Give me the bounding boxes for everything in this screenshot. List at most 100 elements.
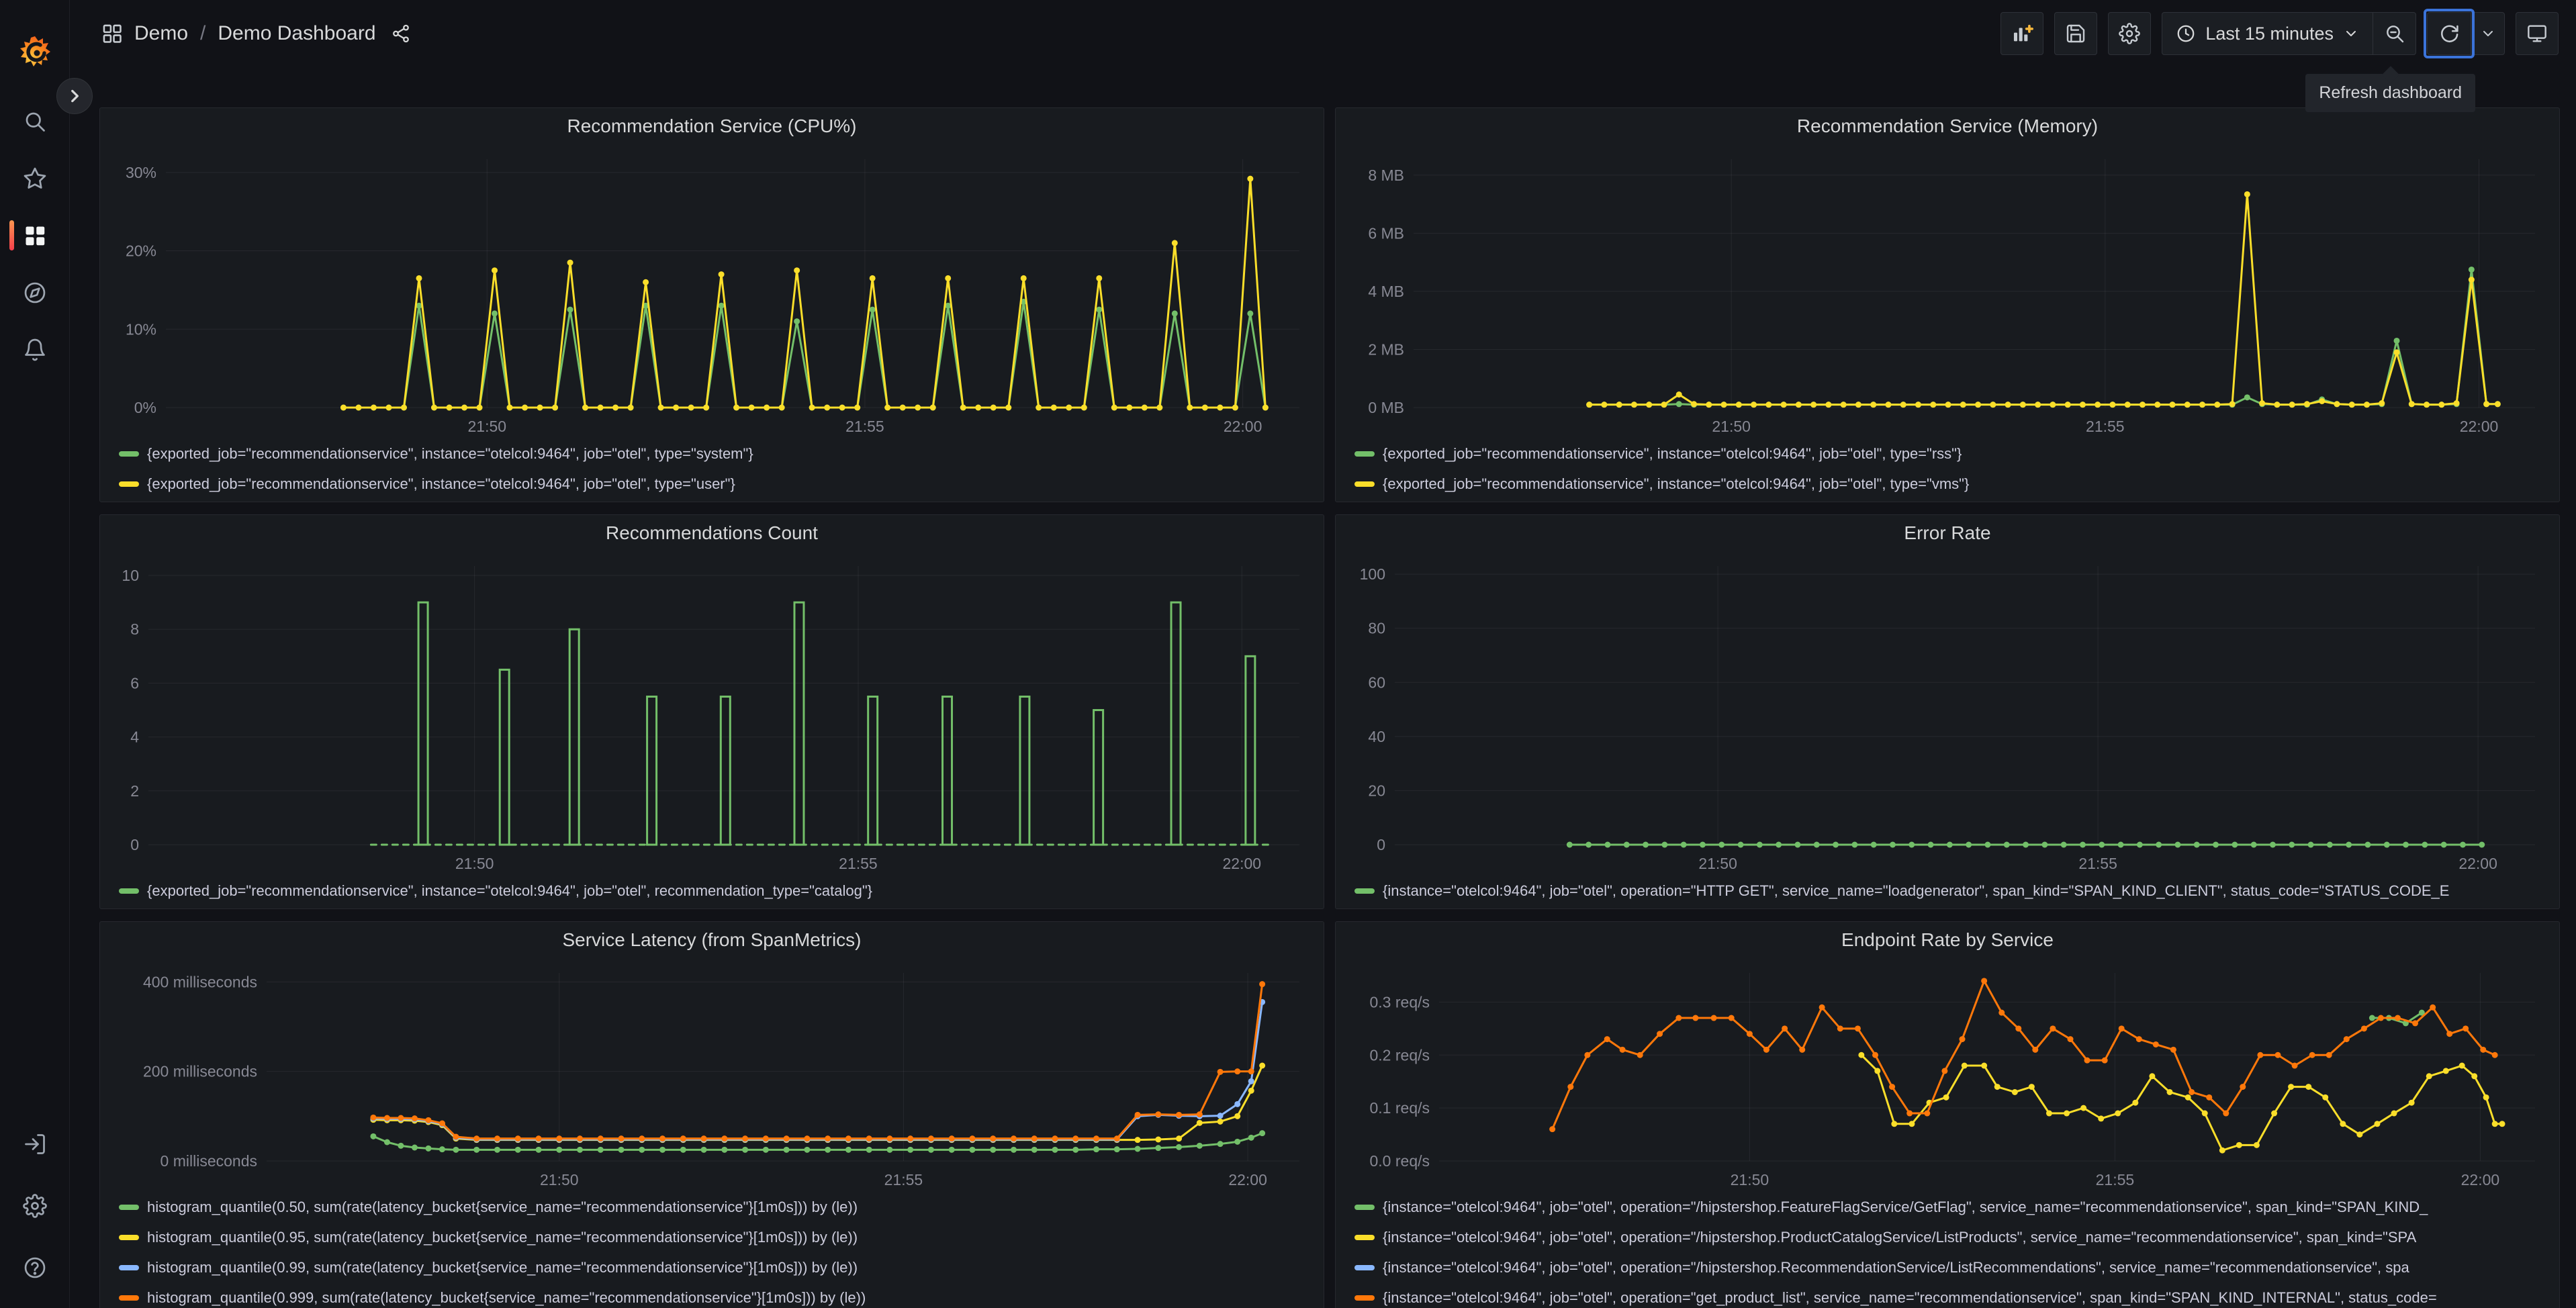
panel-recommendation-memory: Recommendation Service (Memory) 0 MB 2 MB… xyxy=(1335,107,2560,502)
dashboard-header: Demo / Demo Dashboard Last 15 minutes xyxy=(70,0,2576,67)
add-panel-icon xyxy=(2011,22,2034,45)
svg-text:22:00: 22:00 xyxy=(1228,1171,1267,1188)
legend-item[interactable]: {exported_job="recommendationservice", i… xyxy=(1354,469,2551,499)
help-question-icon xyxy=(23,1256,47,1280)
legend-item[interactable]: {exported_job="recommendationservice", i… xyxy=(119,469,1316,499)
legend-item[interactable]: {instance="otelcol:9464", job="otel", op… xyxy=(1354,1282,2551,1308)
count-chart[interactable]: 0 2 4 6 8 10 21:50 21:55 22:00 xyxy=(108,550,1317,874)
svg-text:80: 80 xyxy=(1368,620,1385,637)
sidebar-item-alerting[interactable] xyxy=(0,321,69,378)
legend-swatch xyxy=(119,481,139,487)
gear-icon xyxy=(22,1194,47,1218)
legend-label: {instance="otelcol:9464", job="otel", op… xyxy=(1383,1198,2428,1215)
svg-text:0.0 req/s: 0.0 req/s xyxy=(1370,1152,1430,1170)
endpoint-rate-chart[interactable]: 0.0 req/s 0.1 req/s 0.2 req/s 0.3 req/s 21:5… xyxy=(1344,957,2552,1190)
count-legend: {exported_job="recommendationservice", i… xyxy=(108,874,1316,906)
monitor-icon xyxy=(2526,23,2548,44)
endpoint-rate-legend: {instance="otelcol:9464", job="otel", op… xyxy=(1344,1190,2551,1308)
svg-text:0.2 req/s: 0.2 req/s xyxy=(1370,1046,1430,1064)
svg-text:21:50: 21:50 xyxy=(540,1171,579,1188)
svg-text:21:55: 21:55 xyxy=(884,1171,923,1188)
panel-title[interactable]: Endpoint Rate by Service xyxy=(1344,922,2551,957)
svg-text:21:50: 21:50 xyxy=(1731,1171,1769,1188)
legend-swatch xyxy=(1354,481,1375,487)
legend-item[interactable]: {instance="otelcol:9464", job="otel", op… xyxy=(1354,1222,2551,1252)
legend-swatch xyxy=(1354,1234,1375,1240)
legend-label: histogram_quantile(0.99, sum(rate(latenc… xyxy=(147,1258,858,1276)
latency-legend: histogram_quantile(0.50, sum(rate(latenc… xyxy=(108,1190,1316,1308)
sidebar xyxy=(0,0,93,1308)
dashboard-settings-button[interactable] xyxy=(2108,12,2152,55)
cpu-chart[interactable]: 0% 10% 20% 30% 21:50 21:55 22:00 xyxy=(108,143,1317,437)
svg-text:21:55: 21:55 xyxy=(845,418,884,435)
svg-text:8: 8 xyxy=(130,620,139,638)
grafana-logo[interactable] xyxy=(17,23,52,81)
save-dashboard-button[interactable] xyxy=(2054,12,2098,55)
sidebar-item-dashboards[interactable] xyxy=(0,207,69,264)
legend-label: {instance="otelcol:9464", job="otel", op… xyxy=(1383,1289,2437,1306)
legend-swatch xyxy=(1354,888,1375,894)
sidebar-item-explore[interactable] xyxy=(0,264,69,321)
sign-in-icon xyxy=(23,1132,47,1156)
chevron-down-icon xyxy=(2480,26,2496,42)
svg-text:0: 0 xyxy=(130,836,139,853)
legend-item[interactable]: histogram_quantile(0.95, sum(rate(latenc… xyxy=(119,1222,1316,1252)
zoom-out-button[interactable] xyxy=(2373,13,2416,54)
legend-item[interactable]: {exported_job="recommendationservice", i… xyxy=(119,438,1316,469)
toolbar: Last 15 minutes xyxy=(2000,9,2559,58)
main-area: Demo / Demo Dashboard Last 15 minutes Re… xyxy=(70,0,2576,1308)
panel-title[interactable]: Recommendations Count xyxy=(108,515,1316,550)
sidebar-item-favorites[interactable] xyxy=(0,150,69,207)
tv-mode-button[interactable] xyxy=(2516,12,2559,55)
legend-item[interactable]: histogram_quantile(0.999, sum(rate(laten… xyxy=(119,1282,1316,1308)
legend-label: {instance="otelcol:9464", job="otel", op… xyxy=(1383,1228,2417,1246)
svg-text:400 milliseconds: 400 milliseconds xyxy=(143,973,257,990)
legend-item[interactable]: {instance="otelcol:9464", job="otel", op… xyxy=(1354,1192,2551,1222)
add-panel-button[interactable] xyxy=(2000,12,2044,55)
refresh-icon xyxy=(2438,23,2460,44)
panel-title[interactable]: Recommendation Service (CPU%) xyxy=(108,108,1316,143)
svg-text:0.1 req/s: 0.1 req/s xyxy=(1370,1099,1430,1117)
search-icon xyxy=(23,109,47,134)
svg-text:21:55: 21:55 xyxy=(2078,855,2117,872)
clock-icon xyxy=(2176,24,2196,44)
breadcrumb-folder[interactable]: Demo xyxy=(134,22,188,45)
panel-title[interactable]: Service Latency (from SpanMetrics) xyxy=(108,922,1316,957)
panel-title[interactable]: Error Rate xyxy=(1344,515,2551,550)
panel-title[interactable]: Recommendation Service (Memory) xyxy=(1344,108,2551,143)
error-rate-chart[interactable]: 0 20 40 60 80 100 21:50 21:55 22:00 xyxy=(1344,550,2552,874)
refresh-button[interactable] xyxy=(2424,9,2475,58)
svg-text:0 milliseconds: 0 milliseconds xyxy=(160,1152,257,1170)
svg-text:2: 2 xyxy=(130,782,139,800)
panel-endpoint-rate: Endpoint Rate by Service 0.0 req/s 0.1 re… xyxy=(1335,921,2560,1308)
dashboard-grid: Recommendation Service (CPU%) 0% 10% 20% 30… xyxy=(70,67,2576,1308)
refresh-interval-dropdown[interactable] xyxy=(2471,13,2504,54)
sidebar-item-sign-in[interactable] xyxy=(0,1113,69,1175)
legend-label: {instance="otelcol:9464", job="otel", op… xyxy=(1383,1258,2409,1276)
legend-item[interactable]: {exported_job="recommendationservice", i… xyxy=(1354,438,2551,469)
breadcrumb-dashboard[interactable]: Demo Dashboard xyxy=(218,22,375,45)
share-dashboard-button[interactable] xyxy=(391,24,411,44)
sidebar-item-help[interactable] xyxy=(0,1237,69,1299)
apps-breadcrumb-icon xyxy=(101,22,124,45)
svg-text:6 MB: 6 MB xyxy=(1368,224,1404,242)
svg-text:21:55: 21:55 xyxy=(839,855,878,872)
svg-text:22:00: 22:00 xyxy=(1223,855,1262,872)
svg-text:0.3 req/s: 0.3 req/s xyxy=(1370,993,1430,1011)
legend-item[interactable]: histogram_quantile(0.99, sum(rate(latenc… xyxy=(119,1252,1316,1282)
sidebar-expand-button[interactable] xyxy=(56,78,93,114)
svg-text:20%: 20% xyxy=(126,242,156,260)
breadcrumb: Demo / Demo Dashboard xyxy=(101,22,411,45)
svg-text:60: 60 xyxy=(1368,673,1385,691)
time-range-label: Last 15 minutes xyxy=(2205,23,2334,44)
time-range-picker[interactable]: Last 15 minutes xyxy=(2162,13,2373,54)
sidebar-item-settings[interactable] xyxy=(0,1175,69,1237)
svg-text:6: 6 xyxy=(130,674,139,692)
legend-item[interactable]: histogram_quantile(0.50, sum(rate(latenc… xyxy=(119,1192,1316,1222)
memory-chart[interactable]: 0 MB 2 MB 4 MB 6 MB 8 MB 21:50 21:55 22:00 xyxy=(1344,143,2552,437)
latency-chart[interactable]: 0 milliseconds 200 milliseconds 400 millis… xyxy=(108,957,1317,1190)
legend-item[interactable]: {instance="otelcol:9464", job="otel", op… xyxy=(1354,1252,2551,1282)
chevron-down-icon xyxy=(2343,26,2359,42)
legend-item[interactable]: {exported_job="recommendationservice", i… xyxy=(119,876,1316,906)
legend-item[interactable]: {instance="otelcol:9464", job="otel", op… xyxy=(1354,876,2551,906)
